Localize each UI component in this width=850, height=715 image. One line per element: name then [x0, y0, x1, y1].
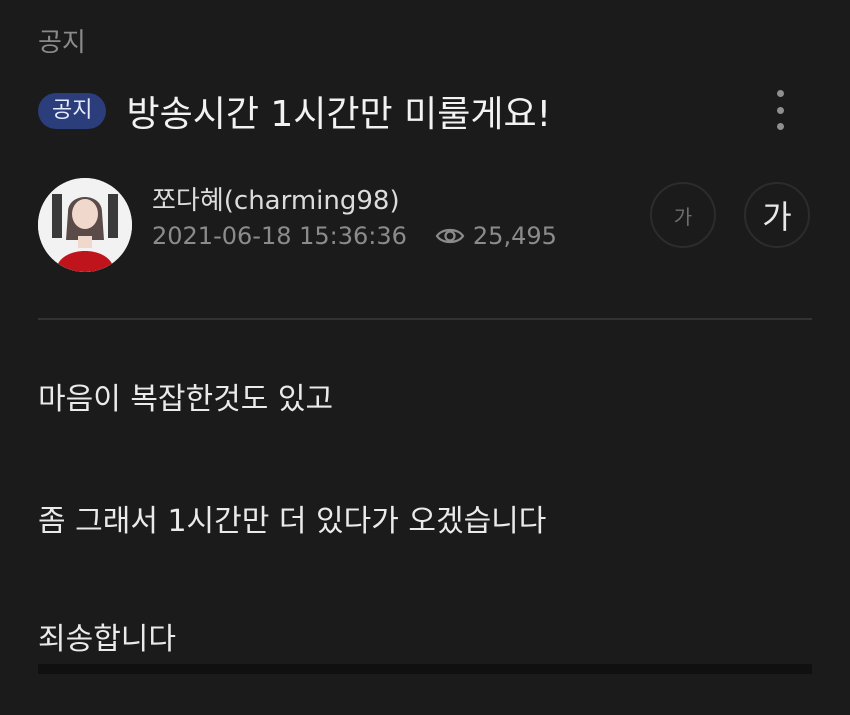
post-title-row: 공지 방송시간 1시간만 미룰게요! [38, 86, 820, 136]
bottom-divider [38, 664, 812, 674]
notice-badge: 공지 [38, 93, 107, 129]
eye-icon [435, 225, 465, 247]
author-name[interactable]: 쪼다혜(charming98) [152, 180, 400, 217]
more-options-icon[interactable] [774, 90, 786, 130]
font-size-decrease-button[interactable]: 가 [650, 182, 716, 248]
post-meta: 2021-06-18 15:36:36 25,495 [152, 222, 557, 250]
view-count: 25,495 [472, 222, 557, 250]
avatar[interactable] [38, 178, 132, 272]
post-body-line-2: 좀 그래서 1시간만 더 있다가 오겠습니다 [38, 504, 547, 539]
board-category[interactable]: 공지 [38, 22, 86, 59]
author-row: 쪼다혜(charming98) 2021-06-18 15:36:36 25,4… [38, 178, 813, 272]
post-body-line-3: 죄송합니다 [38, 622, 176, 657]
post-title: 방송시간 1시간만 미룰게요! [126, 94, 552, 135]
divider [38, 318, 812, 320]
post-body-line-1: 마음이 복잡한것도 있고 [38, 382, 334, 417]
font-size-increase-button[interactable]: 가 [744, 182, 810, 248]
post-datetime: 2021-06-18 15:36:36 [152, 222, 407, 250]
